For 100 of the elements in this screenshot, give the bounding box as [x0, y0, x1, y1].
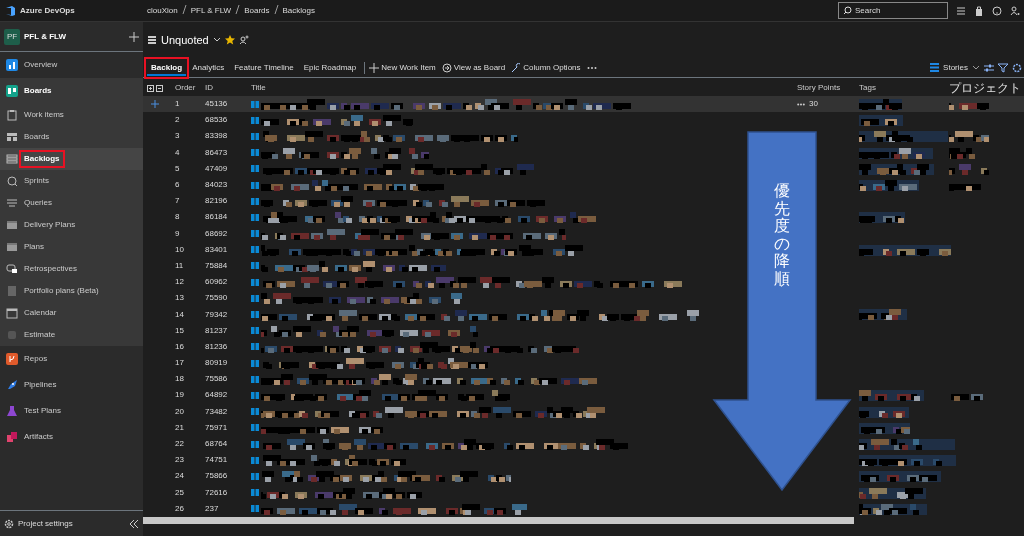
id-cell[interactable]: 75590: [205, 293, 228, 303]
order-cell: 23: [175, 455, 184, 465]
nav-item[interactable]: Pipelines: [22, 379, 59, 391]
plus-icon[interactable]: [129, 31, 139, 42]
scrollbar[interactable]: [143, 516, 854, 524]
breadcrumb-link[interactable]: Backlogs: [282, 4, 315, 17]
nav-item[interactable]: Calendar: [22, 307, 59, 319]
column-header[interactable]: Title: [251, 83, 266, 92]
brand-name[interactable]: Azure DevOps: [20, 4, 75, 17]
column-header[interactable]: Tags: [859, 83, 876, 92]
nav-item[interactable]: Retrospectives: [22, 263, 79, 275]
column-header[interactable]: ID: [205, 83, 213, 92]
id-cell[interactable]: 73482: [205, 406, 228, 416]
tab[interactable]: Analytics: [188, 59, 229, 76]
order-cell: 5: [175, 163, 180, 173]
slash-icon: [181, 4, 187, 14]
breadcrumb-link[interactable]: PFL & FLW: [190, 4, 232, 17]
id-cell[interactable]: 81237: [205, 325, 228, 335]
id-cell[interactable]: 237: [205, 503, 219, 513]
user-settings-icon[interactable]: [1010, 5, 1020, 16]
nav-item[interactable]: Repos: [22, 353, 50, 365]
star-icon[interactable]: [224, 35, 235, 45]
breadcrumb-link[interactable]: Boards: [244, 4, 270, 17]
toolbar-button[interactable]: View as Board: [453, 61, 506, 74]
id-cell[interactable]: 81236: [205, 341, 228, 351]
nav-item[interactable]: Portfolio plans (Beta): [22, 285, 101, 297]
id-cell[interactable]: 74751: [205, 455, 228, 465]
id-cell[interactable]: 82196: [205, 196, 228, 206]
plus-icon[interactable]: [151, 100, 159, 108]
id-cell[interactable]: 45136: [205, 99, 228, 109]
id-cell[interactable]: 80919: [205, 358, 228, 368]
help-icon[interactable]: [992, 5, 1002, 16]
breadcrumb-link[interactable]: clouXion: [147, 4, 178, 17]
book-icon: [251, 327, 259, 335]
settings-sliders-icon[interactable]: [984, 62, 994, 73]
board-icon: [6, 131, 18, 143]
nav-item[interactable]: Artifacts: [22, 431, 55, 443]
filter-icon[interactable]: [998, 62, 1008, 73]
nav-item[interactable]: Queries: [22, 197, 54, 209]
toolbar-button[interactable]: New Work Item: [381, 61, 436, 74]
expand-all-icon[interactable]: [147, 84, 154, 92]
toolbar-button[interactable]: Column Options: [523, 61, 581, 74]
book-icon: [251, 100, 259, 108]
list-icon[interactable]: [956, 5, 966, 16]
id-cell[interactable]: 75971: [205, 422, 228, 432]
id-cell[interactable]: 83401: [205, 244, 228, 254]
search-field[interactable]: Search: [838, 2, 948, 19]
chevron-down-icon[interactable]: [972, 64, 980, 71]
nav-item[interactable]: Boards: [22, 131, 52, 143]
id-cell[interactable]: 75866: [205, 471, 228, 481]
id-cell[interactable]: 75586: [205, 374, 228, 384]
id-cell[interactable]: 84023: [205, 180, 228, 190]
book-icon: [251, 181, 259, 189]
id-cell[interactable]: 64892: [205, 390, 228, 400]
shopping-bag-icon[interactable]: [974, 5, 984, 16]
id-cell[interactable]: 68764: [205, 439, 228, 449]
chevron-down-icon[interactable]: [212, 37, 221, 43]
id-cell[interactable]: 75884: [205, 260, 228, 270]
book-icon: [251, 116, 259, 124]
column-header[interactable]: プロジェクト: [949, 81, 1021, 95]
id-cell[interactable]: 86184: [205, 212, 228, 222]
nav-item[interactable]: Backlogs: [22, 153, 62, 165]
id-cell[interactable]: 68692: [205, 228, 228, 238]
gear-icon[interactable]: [4, 518, 14, 529]
more-icon[interactable]: [586, 65, 597, 70]
more-icon[interactable]: [797, 102, 805, 106]
column-header[interactable]: Order: [175, 83, 196, 92]
id-cell[interactable]: 60962: [205, 277, 228, 287]
tab[interactable]: Epic Roadmap: [299, 59, 361, 76]
id-cell[interactable]: 68536: [205, 115, 228, 125]
collapse-all-icon[interactable]: [156, 84, 163, 92]
id-cell[interactable]: 47409: [205, 163, 228, 173]
nav-item[interactable]: Estimate: [22, 329, 58, 341]
id-cell[interactable]: 72616: [205, 487, 228, 497]
order-cell: 14: [175, 309, 184, 319]
nav-item[interactable]: Plans: [22, 241, 46, 253]
order-cell: 4: [175, 147, 180, 157]
level-dropdown[interactable]: Stories: [943, 61, 968, 74]
nav-item[interactable]: Overview: [22, 59, 60, 71]
tab[interactable]: Backlog: [147, 59, 187, 76]
tab[interactable]: Feature Timeline: [230, 59, 298, 76]
column-header[interactable]: Story Points: [797, 83, 841, 92]
order-cell: 2: [175, 115, 180, 125]
collapse-icon[interactable]: [129, 518, 139, 529]
nav-item[interactable]: Boards: [22, 85, 54, 97]
id-cell[interactable]: 79342: [205, 309, 228, 319]
settings-link[interactable]: Project settings: [18, 517, 125, 530]
project-name[interactable]: PFL & FLW: [24, 30, 125, 43]
team-icon[interactable]: [238, 35, 249, 45]
gear-icon[interactable]: [1012, 62, 1022, 73]
book-icon: [251, 456, 259, 464]
id-cell[interactable]: 83398: [205, 131, 228, 141]
book-icon: [251, 472, 259, 480]
flask-icon: [6, 405, 18, 417]
nav-item[interactable]: Test Plans: [22, 405, 63, 417]
id-cell[interactable]: 86473: [205, 147, 228, 157]
team-title[interactable]: Unquoted: [161, 31, 209, 49]
nav-item[interactable]: Work items: [22, 109, 66, 121]
nav-item[interactable]: Sprints: [22, 175, 51, 187]
nav-item[interactable]: Delivery Plans: [22, 219, 78, 231]
